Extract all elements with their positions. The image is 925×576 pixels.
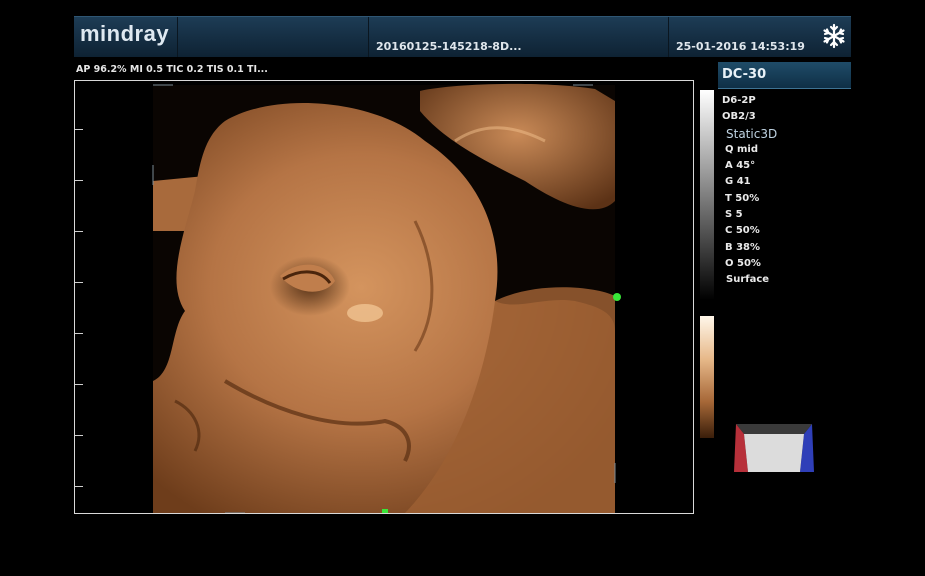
preset-label: OB2/3 [722,111,756,123]
depth-tick [75,486,83,487]
gain-value: G 41 [725,176,751,188]
header-logo-segment: mindray [74,17,178,57]
brightness-value: B 38% [725,241,761,253]
ultrasound-image-area[interactable] [74,80,694,514]
threshold-value: T 50% [725,192,760,204]
mode-tag[interactable]: DC-30 [718,62,851,89]
opacity-value: O 50% [725,257,761,269]
acoustic-output-params: AP 96.2% MI 0.5 TIC 0.2 TIS 0.1 TI... [76,64,268,75]
exam-datetime: 25-01-2016 14:53:19 [676,40,805,53]
mode-tag-label: DC-30 [722,67,767,82]
orientation-cube-icon[interactable] [732,420,816,476]
quality-value: Q mid [725,143,758,155]
header-file-segment: 20160125-145218-8D... [368,17,669,57]
brand-logo: mindray [80,21,170,46]
depth-tick [75,435,83,436]
probe-label: D6-2P [722,95,756,106]
imaging-mode-label: Static3D [726,126,778,141]
depth-tick [75,333,83,334]
3d-render-image [152,83,621,514]
green-marker[interactable] [613,293,621,301]
header-bar: mindray 20160125-145218-8D... 25-01-2016… [74,16,851,57]
depth-tick [75,282,83,283]
header-segment-blank [177,17,369,57]
depth-tick [75,384,83,385]
contrast-value: C 50% [725,225,760,237]
imaging-parameters-panel: D6-2P OB2/3 Static3D Q mid A 45° G 41 T … [722,93,777,289]
depth-tick [75,180,83,181]
render-mode-value: Surface [726,274,770,286]
angle-value: A 45° [725,160,756,172]
snowflake-icon[interactable] [820,22,848,50]
smooth-value: S 5 [725,209,743,221]
grayscale-bar [700,90,714,300]
green-bottom-marker[interactable] [382,509,388,514]
color-map-bar [700,316,714,438]
depth-tick [75,231,83,232]
depth-tick [75,129,83,130]
exam-file-id: 20160125-145218-8D... [376,40,522,53]
